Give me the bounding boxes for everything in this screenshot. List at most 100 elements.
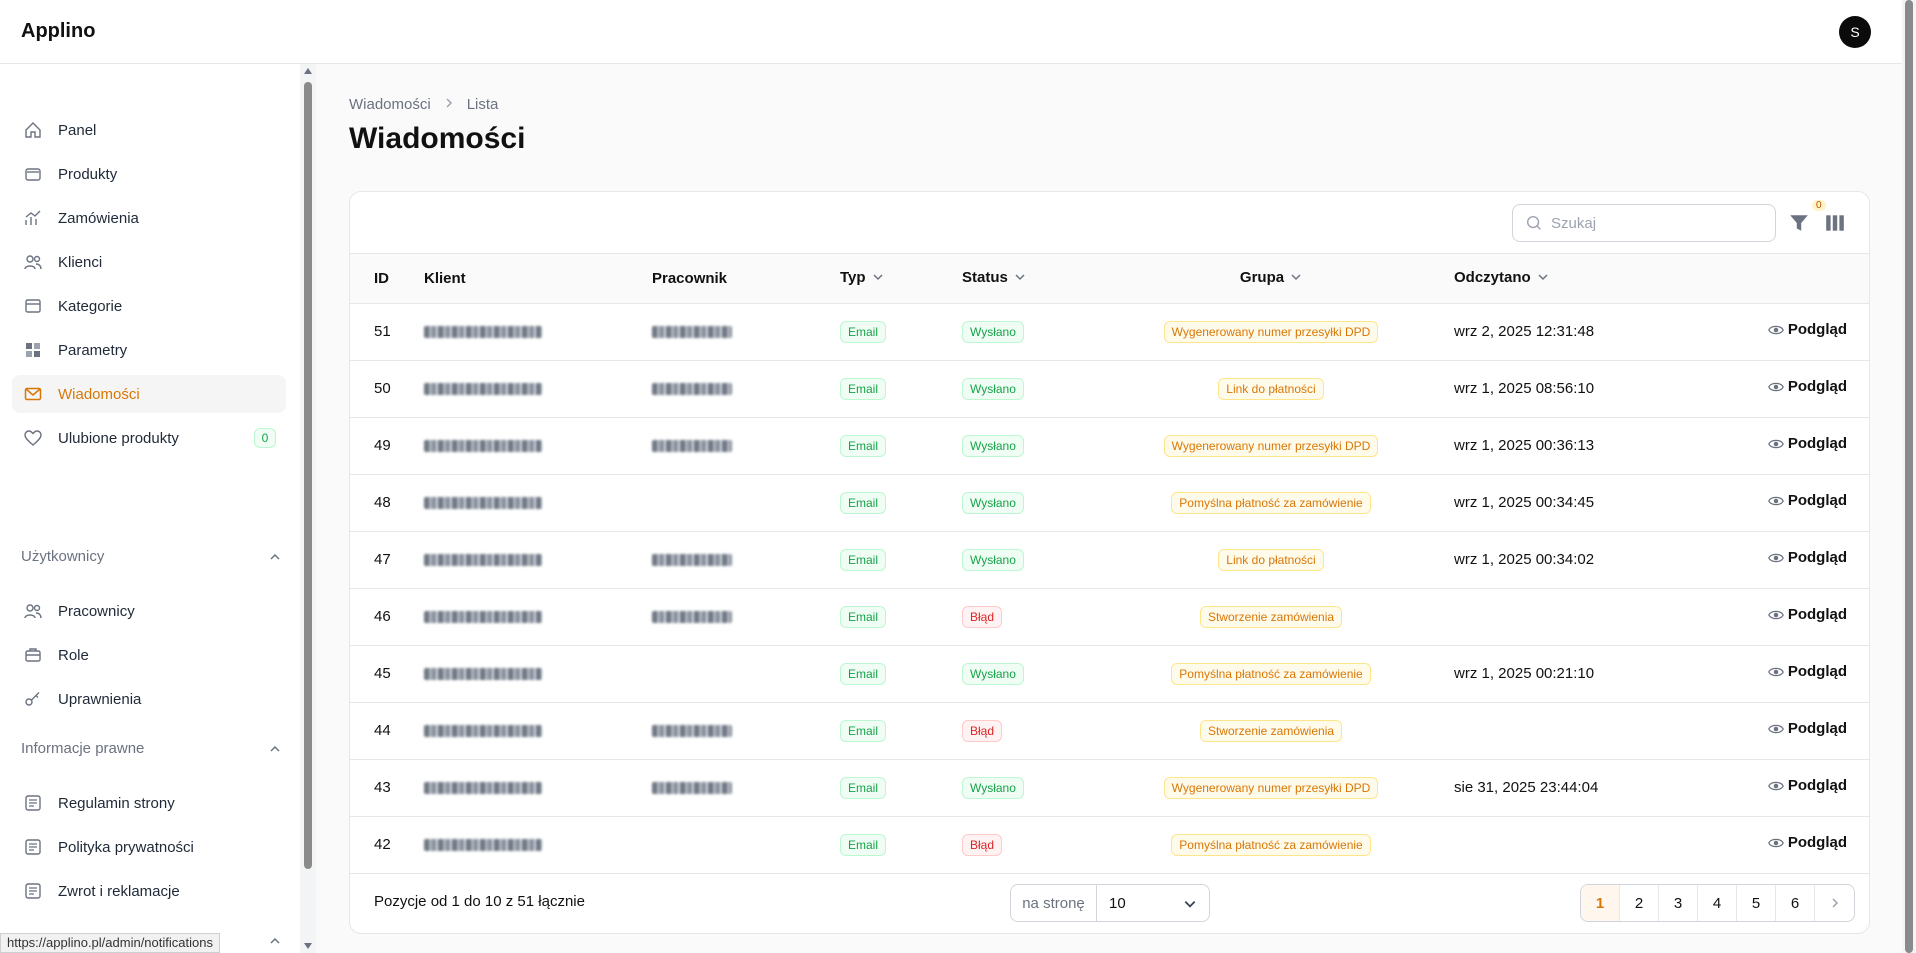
chevron-up-icon[interactable] (269, 742, 281, 759)
page-button-2[interactable]: 2 (1620, 885, 1659, 921)
breadcrumb-parent[interactable]: Wiadomości (349, 96, 431, 113)
brand-logo[interactable]: Applino (21, 20, 95, 43)
sidebar-item-zwrot-i-reklamacje[interactable]: Zwrot i reklamacje (12, 872, 286, 910)
sidebar-item-pracownicy[interactable]: Pracownicy (12, 592, 286, 630)
view-button[interactable]: Podgląd (1767, 549, 1847, 566)
search-box[interactable] (1512, 204, 1776, 242)
scroll-down-icon[interactable] (304, 943, 312, 949)
cell-typ: Email (840, 759, 962, 816)
view-button[interactable]: Podgląd (1767, 663, 1847, 680)
users-icon (22, 251, 44, 273)
column-header-odczytano[interactable]: Odczytano (1454, 254, 1710, 304)
search-input[interactable] (1551, 214, 1751, 232)
chevron-down-icon (1184, 901, 1196, 908)
columns-icon[interactable] (1824, 212, 1846, 234)
group-badge: Pomyślna płatność za zamówienie (1171, 833, 1371, 856)
page-button-5[interactable]: 5 (1737, 885, 1776, 921)
column-header-pracownik: Pracownik (652, 254, 840, 304)
view-button[interactable]: Podgląd (1767, 378, 1847, 395)
sidebar-item-uprawnienia[interactable]: Uprawnienia (12, 680, 286, 718)
per-page-value[interactable]: 10 (1097, 885, 1209, 921)
page-button-1[interactable]: 1 (1581, 885, 1620, 921)
table-row[interactable]: 47 Email Wysłano Link do płatności wrz 1, 20… (350, 531, 1869, 588)
view-button[interactable]: Podgląd (1767, 606, 1847, 623)
table-row[interactable]: 49 Email Wysłano Wygenerowany numer przesył… (350, 417, 1869, 474)
column-header-typ[interactable]: Typ (840, 254, 962, 304)
document-icon (22, 792, 44, 814)
sidebar-item-parametry[interactable]: Parametry (12, 331, 286, 369)
table-row[interactable]: 51 Email Wysłano Wygenerowany numer przesył… (350, 303, 1869, 360)
sort-chevron-icon[interactable] (872, 270, 884, 287)
table-row[interactable]: 43 Email Wysłano Wygenerowany numer przesył… (350, 759, 1869, 816)
heart-icon (22, 427, 44, 449)
sidebar-group-uzytkownicy[interactable]: Użytkownicy (21, 548, 281, 565)
page-button-3[interactable]: 3 (1659, 885, 1698, 921)
filter-icon[interactable] (1788, 212, 1810, 234)
sidebar-item-label: Zamówienia (58, 209, 139, 227)
briefcase-icon (22, 644, 44, 666)
page-button-4[interactable]: 4 (1698, 885, 1737, 921)
next-page-button[interactable] (1815, 885, 1854, 921)
group-badge: Wygenerowany numer przesyłki DPD (1163, 320, 1379, 343)
cell-klient (424, 816, 652, 873)
breadcrumb: Wiadomości Lista (349, 96, 498, 113)
cell-id: 42 (374, 836, 391, 853)
view-button[interactable]: Podgląd (1767, 777, 1847, 794)
cell-actions: Podgląd (1710, 645, 1869, 702)
view-button[interactable]: Podgląd (1767, 492, 1847, 509)
sidebar-item-zamowienia[interactable]: Zamówienia (12, 199, 286, 237)
grid-icon (22, 339, 44, 361)
sidebar-item-label: Panel (58, 121, 97, 139)
table-row[interactable]: 50 Email Wysłano Link do płatności wrz 1, 20… (350, 360, 1869, 417)
chevron-up-icon[interactable] (269, 550, 281, 567)
sidebar-scrollbar[interactable] (300, 64, 316, 953)
sidebar-item-produkty[interactable]: Produkty (12, 155, 286, 193)
chevron-up-icon[interactable] (269, 934, 281, 951)
sidebar-scroll-thumb[interactable] (304, 82, 312, 869)
user-avatar[interactable]: S (1839, 16, 1871, 48)
page-button-6[interactable]: 6 (1776, 885, 1815, 921)
redacted-client-name (424, 668, 542, 681)
column-header-status[interactable]: Status (962, 254, 1088, 304)
sidebar-item-klienci[interactable]: Klienci (12, 243, 286, 281)
sidebar-item-ulubione-produkty[interactable]: Ulubione produkty 0 (12, 419, 286, 457)
status-badge: Wysłano (962, 377, 1024, 400)
sidebar-item-label: Uprawnienia (58, 690, 142, 708)
cell-klient (424, 474, 652, 531)
view-button[interactable]: Podgląd (1767, 435, 1847, 452)
status-badge: Wysłano (962, 320, 1024, 343)
sidebar-item-polityka-prywatnosci[interactable]: Polityka prywatności (12, 828, 286, 866)
table-row[interactable]: 48 Email Wysłano Pomyślna płatność za zamów… (350, 474, 1869, 531)
redacted-employee-name (652, 611, 732, 624)
sidebar-item-kategorie[interactable]: Kategorie (12, 287, 286, 325)
sidebar-group-informacje-prawne[interactable]: Informacje prawne (21, 740, 281, 757)
scroll-up-icon[interactable] (304, 68, 312, 74)
sidebar-item-role[interactable]: Role (12, 636, 286, 674)
cell-odczytano: sie 31, 2025 23:44:04 (1454, 779, 1599, 796)
sidebar-item-wiadomosci[interactable]: Wiadomości (12, 375, 286, 413)
column-header-grupa[interactable]: Grupa (1088, 254, 1454, 304)
sidebar-item-label: Polityka prywatności (58, 838, 194, 856)
sidebar-item-regulamin-strony[interactable]: Regulamin strony (12, 784, 286, 822)
table-row[interactable]: 46 Email Błąd Stworzenie zamówienia Podgląd (350, 588, 1869, 645)
table-row[interactable]: 44 Email Błąd Stworzenie zamówienia Podgląd (350, 702, 1869, 759)
cell-grupa: Stworzenie zamówienia (1088, 702, 1454, 759)
home-icon (22, 119, 44, 141)
eye-icon (1767, 781, 1784, 790)
table-row[interactable]: 45 Email Wysłano Pomyślna płatność za zamów… (350, 645, 1869, 702)
view-button[interactable]: Podgląd (1767, 834, 1847, 851)
table-row[interactable]: 42 Email Błąd Pomyślna płatność za zamówien… (350, 816, 1869, 873)
page-scrollbar[interactable] (1902, 0, 1916, 953)
cell-status: Wysłano (962, 474, 1088, 531)
sort-chevron-icon[interactable] (1014, 270, 1026, 287)
eye-icon (1767, 325, 1784, 334)
view-button[interactable]: Podgląd (1767, 321, 1847, 338)
sidebar-item-panel[interactable]: Panel (12, 111, 286, 149)
view-button[interactable]: Podgląd (1767, 720, 1847, 737)
sort-chevron-icon[interactable] (1290, 270, 1302, 287)
status-bar-url: https://applino.pl/admin/notifications (0, 933, 220, 953)
page-scroll-thumb[interactable] (1905, 0, 1913, 953)
per-page-select[interactable]: na stronę 10 (1010, 884, 1210, 922)
type-badge: Email (840, 491, 887, 514)
sort-chevron-icon[interactable] (1537, 270, 1549, 287)
